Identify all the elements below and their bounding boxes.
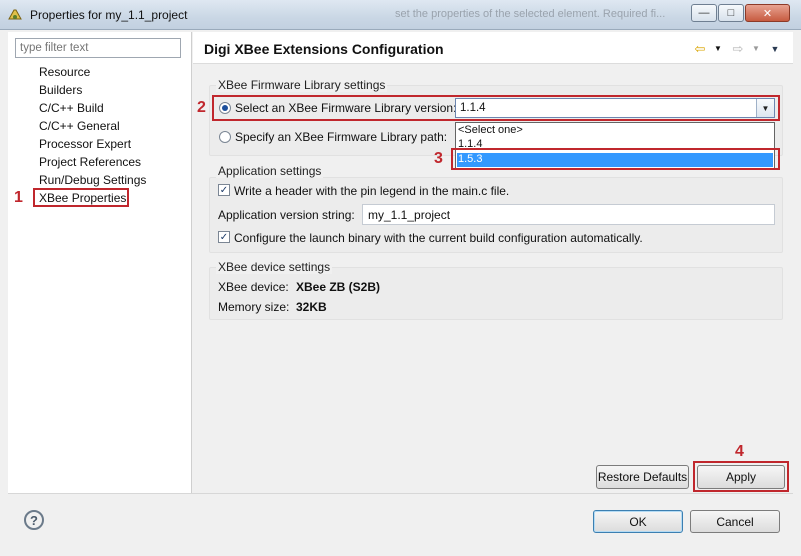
dropdown-option[interactable]: <Select one> — [458, 124, 523, 136]
tree-item-run-debug-settings[interactable]: Run/Debug Settings — [39, 173, 146, 187]
memory-size-value: 32KB — [296, 300, 327, 314]
write-header-checkbox[interactable]: ✓ — [218, 184, 230, 196]
annotation-3: 3 — [434, 150, 443, 167]
select-version-label: Select an XBee Firmware Library version: — [235, 101, 457, 115]
forward-arrow-icon[interactable]: ⇨ — [730, 41, 746, 57]
annotation-2: 2 — [197, 99, 206, 116]
annotation-1: 1 — [14, 189, 23, 206]
configure-launch-label: Configure the launch binary with the cur… — [234, 231, 643, 245]
specify-path-radio[interactable] — [219, 131, 231, 143]
device-value: XBee ZB (S2B) — [296, 280, 381, 294]
specify-path-label: Specify an XBee Firmware Library path: — [235, 130, 448, 144]
background-window-text: set the properties of the selected eleme… — [395, 8, 666, 20]
tree-item-builders[interactable]: Builders — [39, 83, 82, 97]
close-icon: ✕ — [762, 7, 773, 20]
minimize-button[interactable]: — — [691, 4, 717, 22]
footer-separator — [8, 493, 793, 494]
window-title: Properties for my_1.1_project — [30, 8, 188, 22]
tree-item-project-references[interactable]: Project References — [39, 155, 141, 169]
tree-item-cpp-general[interactable]: C/C++ General — [39, 119, 120, 133]
version-string-label: Application version string: — [218, 208, 355, 222]
apply-button[interactable]: Apply — [697, 465, 785, 489]
firmware-group-label: XBee Firmware Library settings — [216, 78, 388, 92]
cancel-button[interactable]: Cancel — [690, 510, 780, 533]
ok-button[interactable]: OK — [593, 510, 683, 533]
back-dropdown-icon[interactable]: ▼ — [710, 41, 726, 57]
device-label: XBee device: — [218, 280, 289, 294]
tree-item-resource[interactable]: Resource — [39, 65, 90, 79]
maximize-icon: □ — [727, 7, 735, 19]
close-button[interactable]: ✕ — [745, 4, 790, 22]
restore-defaults-button[interactable]: Restore Defaults — [596, 465, 689, 489]
tree-item-cpp-build[interactable]: C/C++ Build — [39, 101, 104, 115]
annotation-box-3 — [451, 148, 780, 170]
firmware-version-select[interactable]: 1.1.4 ▼ — [455, 98, 775, 118]
page-title: Digi XBee Extensions Configuration — [204, 41, 444, 57]
chevron-down-icon: ▼ — [756, 99, 774, 117]
back-arrow-icon[interactable]: ⇦ — [692, 41, 708, 57]
view-menu-icon[interactable]: ▼ — [767, 41, 783, 57]
help-icon[interactable]: ? — [24, 510, 44, 530]
configure-launch-checkbox[interactable]: ✓ — [218, 231, 230, 243]
device-settings-label: XBee device settings — [216, 260, 333, 274]
tree-item-xbee-properties[interactable]: XBee Properties — [33, 188, 129, 207]
tree-item-processor-expert[interactable]: Processor Expert — [39, 137, 131, 151]
annotation-4: 4 — [735, 443, 744, 460]
memory-size-label: Memory size: — [218, 300, 290, 314]
properties-app-icon — [8, 9, 22, 20]
version-string-input[interactable]: my_1.1_project — [362, 204, 775, 225]
select-version-radio[interactable] — [219, 102, 231, 114]
write-header-label: Write a header with the pin legend in th… — [234, 184, 510, 198]
minimize-icon: — — [698, 7, 710, 19]
maximize-button[interactable]: □ — [718, 4, 744, 22]
forward-dropdown-icon[interactable]: ▼ — [748, 41, 764, 57]
application-settings-label: Application settings — [216, 164, 324, 178]
filter-input[interactable] — [15, 38, 181, 58]
firmware-version-value: 1.1.4 — [460, 102, 486, 114]
